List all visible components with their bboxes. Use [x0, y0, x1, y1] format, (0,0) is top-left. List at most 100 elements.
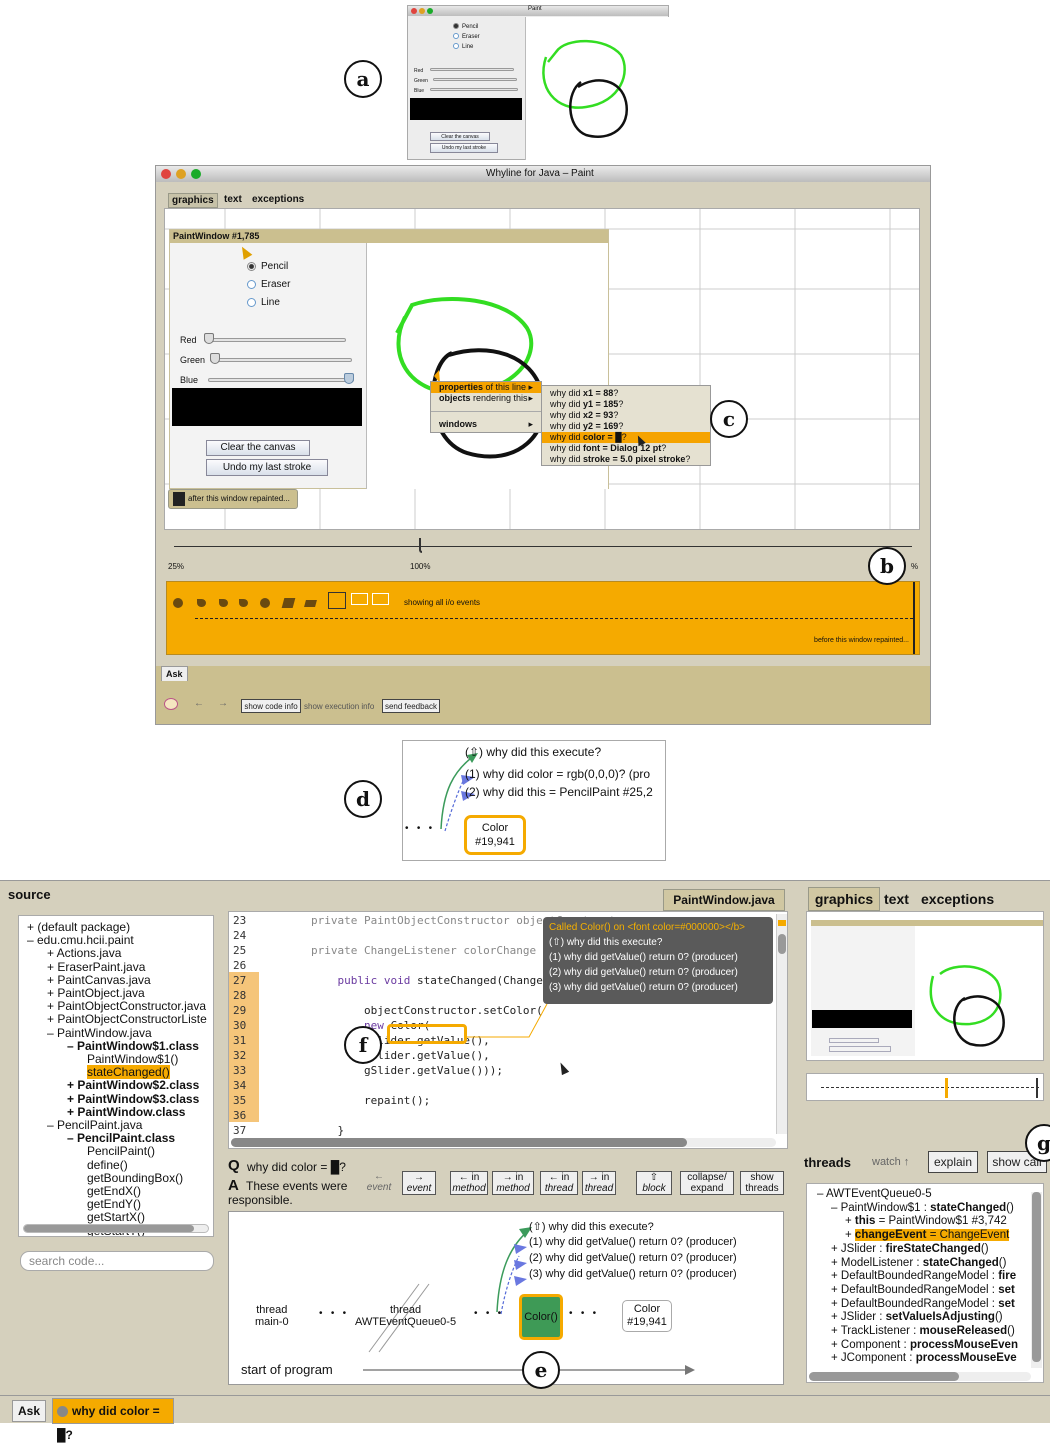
thread-tree-node[interactable]: – AWTEventQueue0-5	[817, 1188, 932, 1200]
tree-node[interactable]: PencilPaint()	[87, 1144, 155, 1158]
thread-tree-node[interactable]: + changeEvent = ChangeEvent	[845, 1229, 1009, 1241]
code-scrollbar-v[interactable]	[776, 914, 787, 1134]
thread-awt[interactable]: thread AWTEventQueue0-5	[355, 1304, 456, 1328]
watch-label[interactable]: watch ↑	[872, 1156, 909, 1168]
tooltip-question[interactable]: (1) why did getValue() return 0? (produc…	[549, 950, 767, 965]
text-event-icon[interactable]	[351, 593, 368, 605]
close-icon[interactable]	[411, 8, 417, 14]
tree-node[interactable]: getBoundingBox()	[87, 1171, 183, 1185]
thumbnail-undo-button[interactable]	[829, 1046, 891, 1052]
threads-scrollbar-h[interactable]	[809, 1372, 1031, 1381]
repaint-event-button[interactable]: after this window repainted...	[168, 489, 298, 509]
blue-slider[interactable]	[430, 88, 518, 91]
tree-node[interactable]: + PaintWindow.class	[67, 1105, 185, 1119]
tree-node[interactable]: – PencilPaint.class	[67, 1131, 175, 1145]
red-slider[interactable]	[430, 68, 514, 71]
mouse-event-icon[interactable]	[173, 598, 183, 608]
thread-tree-node[interactable]: – PaintWindow$1 : stateChanged()	[831, 1202, 1014, 1214]
drawing-canvas[interactable]	[525, 17, 669, 160]
color-call-node[interactable]: Color()	[519, 1294, 563, 1340]
thumbnail-clear-button[interactable]	[829, 1038, 879, 1043]
tree-node[interactable]: + EraserPaint.java	[47, 960, 145, 974]
tree-node[interactable]: + (default package)	[27, 920, 130, 934]
send-feedback-button[interactable]: send feedback	[382, 699, 440, 713]
tab-graphics[interactable]: graphics	[808, 887, 880, 911]
menu-item-objects[interactable]: objects rendering this▸	[431, 393, 541, 404]
why-menu-item[interactable]: why did y1 = 185?	[542, 399, 710, 410]
close-icon[interactable]	[161, 169, 171, 179]
keyboard-event-icon[interactable]	[282, 598, 296, 608]
zoom-slider[interactable]	[174, 546, 912, 547]
keyboard-event-icon[interactable]	[304, 600, 317, 607]
tree-node[interactable]: + Actions.java	[47, 946, 121, 960]
mouse-event-icon[interactable]	[239, 599, 248, 607]
repaint-event-icon[interactable]	[328, 592, 346, 609]
tab-exceptions[interactable]: exceptions	[252, 194, 304, 205]
io-timeline[interactable]: showing all i/o events before this windo…	[166, 581, 920, 655]
tree-node[interactable]: – PencilPaint.java	[47, 1118, 142, 1132]
tree-scrollbar[interactable]	[23, 1224, 209, 1233]
zoom-icon[interactable]	[427, 8, 433, 14]
red-slider[interactable]	[204, 338, 346, 342]
tree-node[interactable]: – edu.cmu.hcii.paint	[27, 933, 134, 947]
viz-question[interactable]: (1) why did color = rgb(0,0,0)? (pro	[465, 767, 650, 781]
tab-text[interactable]: text	[224, 194, 242, 205]
radio-line[interactable]: Line	[453, 42, 480, 52]
why-menu-item[interactable]: why did stroke = 5.0 pixel stroke?	[542, 454, 710, 465]
ask-tab[interactable]: Ask	[12, 1400, 46, 1422]
nav-button[interactable]: showthreads	[740, 1171, 784, 1195]
file-tab[interactable]: PaintWindow.java	[663, 889, 785, 911]
green-slider-knob[interactable]	[210, 353, 220, 364]
viz-question[interactable]: (1) why did getValue() return 0? (produc…	[529, 1236, 737, 1248]
thread-main[interactable]: thread main-0	[255, 1304, 289, 1328]
show-execution-info-button[interactable]: show execution info	[304, 702, 374, 711]
nav-button[interactable]: ← inmethod	[450, 1171, 488, 1195]
thread-tree-node[interactable]: + DefaultBoundedRangeModel : set	[831, 1284, 1015, 1296]
clear-canvas-button[interactable]: Clear the canvas	[430, 132, 490, 141]
show-code-info-button[interactable]: show code info	[241, 699, 301, 713]
code-scrollbar-h[interactable]	[231, 1138, 776, 1147]
nav-button[interactable]: ← inthread	[540, 1171, 578, 1195]
menu-item-properties[interactable]: properties of this line▸	[431, 382, 541, 393]
thread-tree-node[interactable]: + ModelListener : stateChanged()	[831, 1257, 1006, 1269]
minimize-icon[interactable]	[176, 169, 186, 179]
graphics-thumbnail[interactable]	[806, 911, 1044, 1061]
mouse-event-icon[interactable]	[219, 599, 228, 607]
forward-arrow-icon[interactable]: →	[218, 698, 228, 709]
tab-exceptions[interactable]: exceptions	[921, 891, 994, 907]
thread-tree-node[interactable]: + DefaultBoundedRangeModel : fire	[831, 1270, 1016, 1282]
viz-question[interactable]: (⇧) why did this execute?	[529, 1220, 654, 1233]
thread-tree-node[interactable]: + DefaultBoundedRangeModel : set	[831, 1298, 1015, 1310]
zoom-icon[interactable]	[191, 169, 201, 179]
nav-button[interactable]: → inthread	[582, 1171, 616, 1195]
minimize-icon[interactable]	[419, 8, 425, 14]
why-menu-item[interactable]: why did font = Dialog 12 pt?	[542, 443, 710, 454]
tree-node[interactable]: – PaintWindow.java	[47, 1026, 152, 1040]
viz-question[interactable]: (⇧) why did this execute?	[465, 745, 601, 759]
color-object-box[interactable]: Color #19,941	[622, 1300, 672, 1332]
why-menu-item[interactable]: why did x1 = 88?	[542, 388, 710, 399]
scroll-thumb[interactable]	[24, 1225, 194, 1232]
scroll-thumb[interactable]	[231, 1138, 687, 1147]
text-event-icon[interactable]	[372, 593, 389, 605]
tree-node[interactable]: – PaintWindow$1.class	[67, 1039, 199, 1053]
mouse-event-icon[interactable]	[197, 599, 206, 607]
tab-text[interactable]: text	[884, 891, 909, 907]
question-tab[interactable]: why did color = █?	[52, 1398, 174, 1424]
viz-question[interactable]: (2) why did getValue() return 0? (produc…	[529, 1252, 737, 1264]
scroll-thumb[interactable]	[809, 1372, 959, 1381]
viz-question[interactable]: (2) why did this = PencilPaint #25,2	[465, 785, 653, 799]
mini-timeline[interactable]	[806, 1073, 1044, 1101]
event-timeline-track[interactable]	[195, 618, 913, 619]
scroll-thumb[interactable]	[1032, 1192, 1041, 1362]
nav-button[interactable]: →event	[402, 1171, 436, 1195]
nav-button[interactable]: collapse/expand	[680, 1171, 734, 1195]
tree-node[interactable]: stateChanged()	[87, 1065, 170, 1079]
tooltip-question[interactable]: (2) why did getValue() return 0? (produc…	[549, 965, 767, 980]
scroll-thumb[interactable]	[778, 934, 786, 954]
radio-line[interactable]: Line	[247, 294, 290, 312]
zoom-knob[interactable]	[419, 538, 422, 553]
why-menu-item-color[interactable]: why did color = █?	[542, 432, 710, 443]
nav-button[interactable]: → inmethod	[492, 1171, 534, 1195]
radio-eraser[interactable]: Eraser	[453, 32, 480, 42]
